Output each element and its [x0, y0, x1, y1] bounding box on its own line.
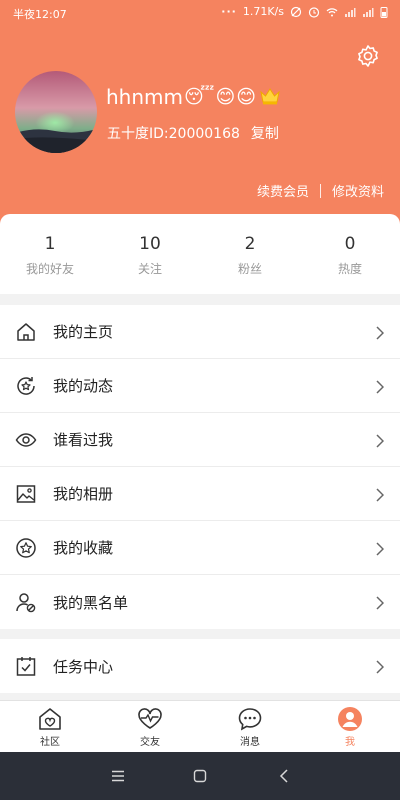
divider: [319, 183, 321, 198]
chevron-right-icon: [375, 541, 385, 556]
home-square-icon[interactable]: [192, 768, 208, 784]
chevron-right-icon: [375, 659, 385, 674]
menu-item-homepage[interactable]: 我的主页: [0, 305, 400, 359]
stat-value: 2: [244, 234, 256, 254]
emoji-smile-2: 😊: [236, 86, 257, 108]
nav-messages[interactable]: 消息: [200, 701, 300, 752]
stat-label: 关注: [137, 262, 162, 276]
battery-icon: [380, 6, 388, 18]
stat-following[interactable]: 10 关注: [100, 214, 200, 294]
calendar-check-icon: [15, 655, 37, 677]
menu-item-label: 我的相册: [53, 485, 114, 503]
stat-popularity[interactable]: 0 热度: [300, 214, 400, 294]
wifi-icon: [326, 6, 338, 18]
menu-item-label: 我的收藏: [53, 539, 114, 557]
nav-label: 交友: [140, 737, 160, 748]
menu-lines-icon[interactable]: [110, 768, 126, 784]
community-house-icon: [39, 708, 61, 730]
nav-dating[interactable]: 交友: [100, 701, 200, 752]
chevron-right-icon: [375, 433, 385, 448]
menu-item-blacklist[interactable]: 我的黑名单: [0, 575, 400, 629]
settings-gear-icon[interactable]: [356, 44, 380, 68]
stat-value: 1: [44, 234, 56, 254]
mute-icon: [290, 6, 302, 18]
emoji-smile: 😊: [215, 86, 236, 108]
profile-header: 半夜12:07 ··· 1.71K/s hhnmm 😴 😊 😊 五十度ID:20…: [0, 0, 400, 232]
menu-item-album[interactable]: 我的相册: [0, 467, 400, 521]
chevron-right-icon: [375, 487, 385, 502]
edit-profile-link[interactable]: 修改资料: [332, 181, 384, 200]
signal-icon: [344, 6, 356, 18]
stat-label: 粉丝: [237, 262, 262, 276]
chevron-right-icon: [375, 325, 385, 340]
stat-label: 热度: [337, 262, 362, 276]
username: hhnmm 😴 😊 😊: [106, 85, 256, 109]
more-dots-icon: ···: [221, 5, 237, 18]
heart-pulse-icon: [138, 708, 162, 729]
blocked-user-icon: [15, 591, 37, 613]
menu-item-moments[interactable]: 我的动态: [0, 359, 400, 413]
home-icon: [15, 321, 37, 343]
username-text: hhnmm: [106, 85, 183, 109]
chevron-right-icon: [375, 379, 385, 394]
system-nav-bar: [0, 752, 400, 800]
header-links: 续费会员 修改资料: [257, 181, 384, 200]
stat-fans[interactable]: 2 粉丝: [200, 214, 300, 294]
back-arrow-icon[interactable]: [276, 768, 292, 784]
nav-label: 我: [345, 737, 355, 748]
menu-group-tasks: 任务中心: [0, 639, 400, 693]
menu-group-main: 我的主页 我的动态 谁看过我 我的相册 我的收藏 我的黑名单: [0, 305, 400, 629]
network-speed: 1.71K/s: [242, 5, 284, 18]
status-bar: 半夜12:07 ··· 1.71K/s: [0, 0, 400, 26]
star-circle-icon: [15, 537, 37, 559]
photo-icon: [15, 483, 37, 505]
stat-value: 0: [344, 234, 356, 254]
emoji-sleepy: 😴: [184, 86, 215, 108]
menu-item-task-center[interactable]: 任务中心: [0, 639, 400, 693]
menu-item-label: 谁看过我: [53, 431, 114, 449]
menu-item-visitors[interactable]: 谁看过我: [0, 413, 400, 467]
star-refresh-icon: [15, 375, 37, 397]
user-id-row: 五十度ID:20000168 复制: [107, 123, 279, 143]
renew-membership-link[interactable]: 续费会员: [257, 181, 309, 200]
status-icons: ··· 1.71K/s: [221, 5, 388, 18]
nav-label: 消息: [240, 737, 260, 748]
chat-bubble-icon: [238, 708, 262, 731]
menu-item-label: 我的动态: [53, 377, 114, 395]
status-time: 半夜12:07: [13, 8, 67, 21]
avatar[interactable]: [15, 71, 97, 153]
menu-item-label: 我的主页: [53, 323, 114, 341]
bottom-nav: 社区 交友 消息 我: [0, 700, 400, 752]
user-id: 五十度ID:20000168: [107, 126, 240, 142]
stat-label: 我的好友: [25, 262, 74, 276]
stat-value: 10: [139, 234, 161, 254]
menu-item-label: 我的黑名单: [53, 593, 129, 612]
alarm-icon: [308, 6, 320, 18]
eye-icon: [15, 429, 37, 451]
nav-label: 社区: [40, 737, 60, 748]
menu-item-label: 任务中心: [53, 657, 114, 676]
stat-friends[interactable]: 1 我的好友: [0, 214, 100, 294]
menu-item-favorites[interactable]: 我的收藏: [0, 521, 400, 575]
nav-community[interactable]: 社区: [0, 701, 100, 752]
signal-2-icon: [362, 6, 374, 18]
copy-id-button[interactable]: 复制: [251, 123, 279, 143]
chevron-right-icon: [375, 595, 385, 610]
user-icon: [338, 707, 362, 731]
nav-me[interactable]: 我: [300, 701, 400, 752]
vip-crown-icon[interactable]: [259, 86, 281, 106]
stats-card: 1 我的好友 10 关注 2 粉丝 0 热度: [0, 214, 400, 294]
